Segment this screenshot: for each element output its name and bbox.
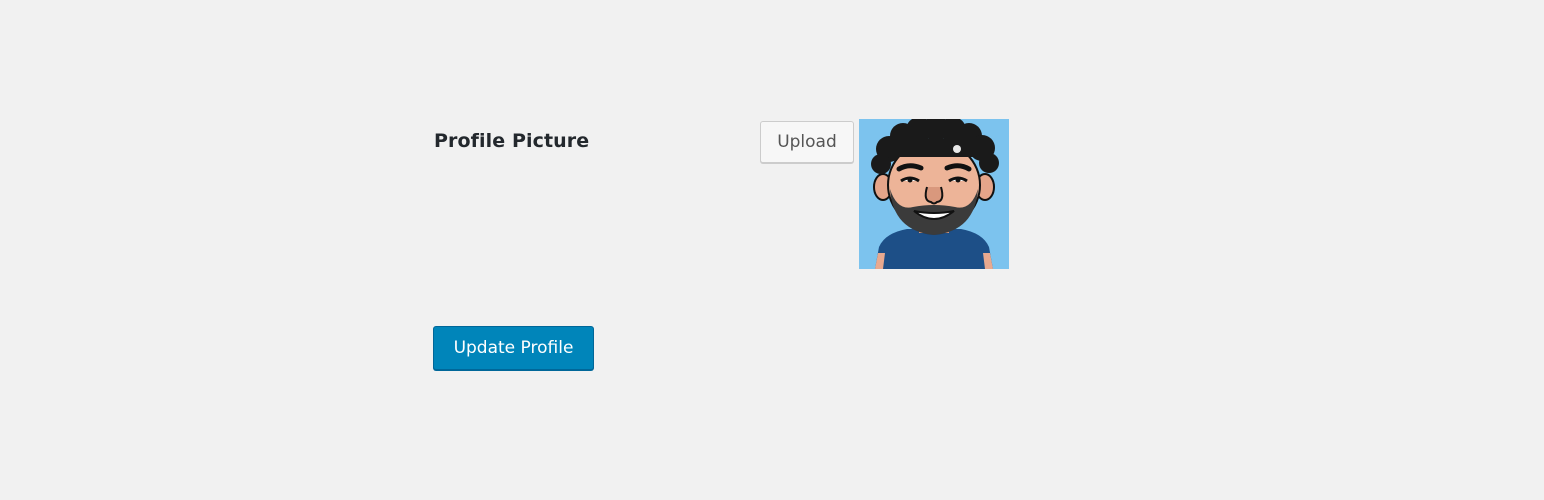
avatar-illustration-icon: [859, 119, 1009, 269]
profile-picture-label: Profile Picture: [434, 130, 590, 152]
update-profile-button[interactable]: Update Profile: [433, 326, 594, 370]
profile-form: Profile Picture Upload Update Profile: [0, 0, 1544, 500]
avatar: [859, 119, 1009, 269]
upload-button[interactable]: Upload: [760, 121, 854, 163]
